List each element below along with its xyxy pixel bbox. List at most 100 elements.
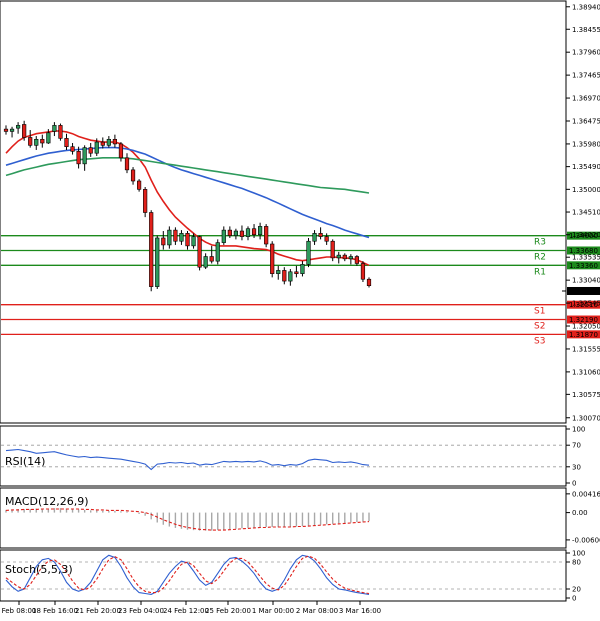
candle-body <box>137 180 142 190</box>
candle-body <box>318 233 323 237</box>
price-tick-label: 1.33535 <box>572 254 600 262</box>
candle-body <box>251 228 257 236</box>
candle-body <box>179 233 184 242</box>
time-tick-label: 3 Mar 16:00 <box>339 607 381 615</box>
candle-body <box>3 128 9 132</box>
price-axis: 1.38940 1.38455 1.37960 1.37465 1.36970 1.364… <box>566 3 600 422</box>
candle-body <box>348 256 353 260</box>
candle-body <box>34 138 39 146</box>
price-tick-label: 1.36475 <box>572 117 600 125</box>
price-tick-label: 1.38940 <box>572 3 600 11</box>
macd-tick-label: 0.004166 <box>572 490 600 498</box>
candle-body <box>94 141 99 154</box>
candle-body <box>58 125 63 139</box>
time-axis: Feb 08:0018 Feb 16:0021 Feb 20:0023 Feb … <box>2 601 381 615</box>
time-tick-label: 25 Feb 20:00 <box>205 607 251 615</box>
time-tick-label: 18 Feb 16:00 <box>32 607 78 615</box>
candle-body <box>366 278 372 287</box>
candle-body <box>185 233 190 247</box>
price-tick-label: 1.37960 <box>572 49 600 57</box>
time-tick-label: 1 Mar 00:00 <box>252 607 294 615</box>
rsi-title: RSI(14) <box>5 455 45 468</box>
stoch-tick-label: 20 <box>572 586 581 594</box>
candle-body <box>130 169 136 182</box>
stoch-panel: 10080 200 Stoch(5,5,3) <box>0 549 585 603</box>
level-name-s1: S1 <box>534 307 545 317</box>
candle-body <box>203 256 208 268</box>
candle-body <box>161 237 166 246</box>
price-tick-label: 1.32545 <box>572 300 600 308</box>
price-panel: R31.34000R21.33680R11.33360S11.32510S21.… <box>0 0 600 424</box>
macd-tick-label: -0.006068 <box>572 536 600 544</box>
candle-body <box>264 226 269 245</box>
stoch-tick-label: 80 <box>572 559 581 567</box>
level-name-r2: R2 <box>534 252 546 262</box>
rsi-panel: 100 70 30 0 RSI(14) <box>0 425 585 488</box>
stoch-tick-label: 0 <box>572 595 576 603</box>
level-name-r3: R3 <box>534 238 546 248</box>
price-tick-label: 1.34510 <box>572 209 600 217</box>
macd-title: MACD(12,26,9) <box>5 495 89 508</box>
candle-body <box>227 229 232 236</box>
price-tick-label: 1.32050 <box>572 323 600 331</box>
time-tick-label: 24 Feb 12:00 <box>163 607 209 615</box>
price-tick-label: 1.35490 <box>572 163 600 171</box>
candle-body <box>100 141 105 146</box>
level-name-s2: S2 <box>534 322 545 332</box>
price-tick-label: 1.30070 <box>572 414 600 422</box>
candle-body <box>82 147 87 165</box>
level-name-s3: S3 <box>534 336 545 346</box>
stoch-panel-frame <box>0 549 567 602</box>
candle-body <box>209 256 214 262</box>
candle-body <box>28 137 33 146</box>
candle-body <box>22 124 27 138</box>
price-tick-label: 1.33040 <box>572 277 600 285</box>
candle-body <box>52 125 57 132</box>
time-tick-label: 21 Feb 20:00 <box>75 607 121 615</box>
candle-body <box>354 256 360 264</box>
candle-body <box>124 157 130 171</box>
last-price-label: 1.32806 <box>569 287 598 295</box>
candle-body <box>112 138 117 145</box>
macd-panel: 0.004166 0.00 -0.006068 MACD(12,26,9) <box>0 487 600 549</box>
candle-body <box>221 229 226 243</box>
rsi-tick-label: 30 <box>572 463 581 471</box>
macd-tick-label: 0.00 <box>572 509 588 517</box>
price-tick-label: 1.31555 <box>572 345 600 353</box>
price-panel-frame <box>0 0 567 424</box>
time-tick-label: 23 Feb 04:00 <box>118 607 164 615</box>
candle-body <box>239 230 245 237</box>
candle-body <box>9 128 15 132</box>
candle-body <box>70 146 75 152</box>
candle-body <box>173 229 178 242</box>
candle-body <box>306 240 311 265</box>
candle-body <box>360 263 366 280</box>
price-tick-label: 1.35000 <box>572 186 600 194</box>
stoch-title: Stoch(5,5,3) <box>5 563 73 576</box>
price-tick-label: 1.36970 <box>572 95 600 103</box>
level-price-label: 1.31870 <box>569 331 598 339</box>
candle-body <box>46 132 51 144</box>
candle-body <box>40 138 45 144</box>
rsi-tick-label: 100 <box>572 426 585 434</box>
price-tick-label: 1.31060 <box>572 368 600 376</box>
candle-body <box>282 270 287 282</box>
chart-canvas: R31.34000R21.33680R11.33360S11.32510S21.… <box>0 0 600 615</box>
candle-body <box>15 125 21 129</box>
candle-body <box>106 138 111 146</box>
level-name-r1: R1 <box>534 267 546 277</box>
price-tick-label: 1.34020 <box>572 231 600 239</box>
candle-body <box>300 264 305 274</box>
candle-body <box>215 242 220 262</box>
price-tick-label: 1.30575 <box>572 391 600 399</box>
candle-body <box>191 236 196 247</box>
candle-body <box>64 138 69 148</box>
rsi-tick-label: 70 <box>572 442 581 450</box>
candle-body <box>270 243 275 274</box>
candle-body <box>149 212 154 287</box>
candle-body <box>167 229 172 246</box>
candle-body <box>155 237 160 287</box>
candle-body <box>294 271 299 274</box>
candle-body <box>88 147 93 154</box>
rsi-tick-label: 0 <box>572 480 576 488</box>
